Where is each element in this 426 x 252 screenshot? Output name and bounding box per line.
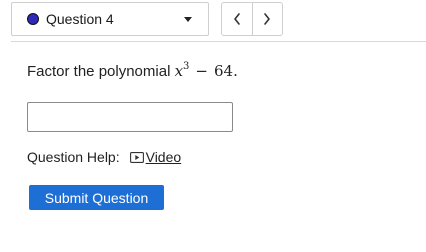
next-question-button[interactable] xyxy=(251,3,283,35)
video-help-link[interactable]: Video xyxy=(129,148,182,166)
answer-input[interactable] xyxy=(27,102,233,132)
math-operator: − xyxy=(195,62,208,80)
math-constant: 64. xyxy=(214,62,238,80)
question-text: Factor the polynomial xyxy=(27,63,171,80)
video-icon xyxy=(129,151,144,163)
video-link-label: Video xyxy=(145,149,182,165)
question-prompt: Factor the polynomial x3−64. xyxy=(27,60,238,83)
submit-question-button[interactable]: Submit Question xyxy=(29,185,164,210)
polynomial-expression: x3−64. xyxy=(174,61,238,81)
question-help-label: Question Help: xyxy=(27,149,120,165)
question-help: Question Help: Video xyxy=(27,148,181,166)
math-variable: x xyxy=(174,62,184,80)
previous-question-button[interactable] xyxy=(222,3,252,35)
question-selector-label: Question 4 xyxy=(46,11,114,27)
header-divider xyxy=(11,41,426,42)
question-status-dot xyxy=(27,13,39,25)
chevron-right-icon xyxy=(264,13,271,25)
math-exponent: 3 xyxy=(183,61,190,72)
chevron-left-icon xyxy=(233,13,240,25)
caret-down-icon xyxy=(184,16,192,22)
question-nav-buttons xyxy=(221,2,283,36)
question-selector[interactable]: Question 4 xyxy=(11,2,209,36)
